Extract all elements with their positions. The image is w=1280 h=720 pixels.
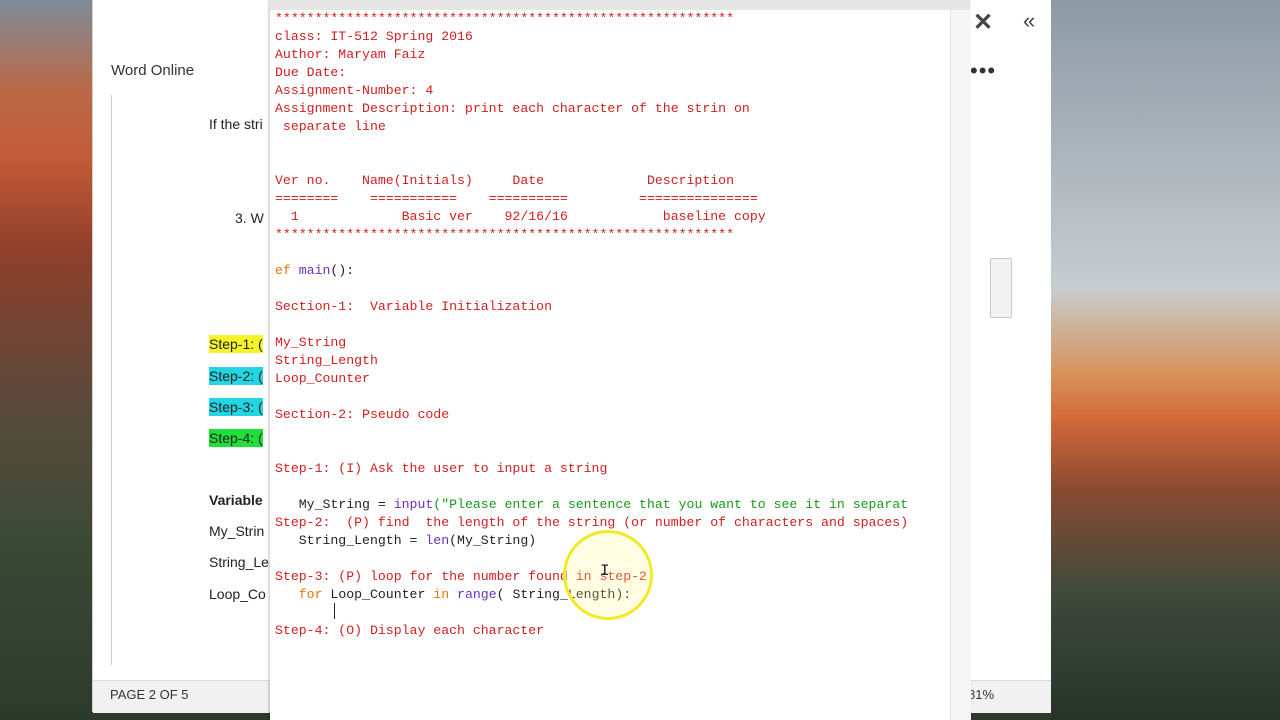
code-line-empty [275,154,908,172]
code-line: Assignment-Number: 4 [275,83,434,98]
code-plain: String_Length = [275,533,426,548]
doc-step1-highlight: Step-1: ( [209,335,263,353]
code-line: My_String [275,335,347,350]
page-edge [111,95,112,665]
code-line: Due Date: [275,65,347,80]
code-line-def: ef main(): [275,262,908,280]
code-line: Assignment Description: print each chara… [275,101,750,116]
editor-scrollbar[interactable] [950,10,971,720]
ibeam-cursor-icon: I [600,562,610,580]
close-icon[interactable]: ✕ [973,8,993,37]
code-line-empty [275,424,908,442]
code-line-empty [275,244,908,262]
code-line: Loop_Counter [275,371,370,386]
code-plain: Loop_Counter [322,587,434,602]
code-plain: My_String = [275,497,394,512]
keyword: in [433,587,450,602]
collapse-panel-icon[interactable]: « [1023,8,1035,34]
keyword: for [298,587,323,602]
code-line: Step-1: (I) Ask the user to input a stri… [275,461,608,476]
code-plain: (My_String) [449,533,537,548]
code-line-empty [275,388,908,406]
code-line-empty [275,478,908,496]
builtin-function: range [457,587,497,602]
code-line-empty [275,316,908,334]
code-punct: (): [330,263,355,278]
zoom-level[interactable]: 81% [968,687,994,702]
code-line: Section-2: Pseudo code [275,407,450,422]
function-name: main [298,263,331,278]
editor-title-bar[interactable] [270,0,970,10]
code-line: String_Length [275,353,378,368]
code-line-empty [275,280,908,298]
code-line-input: My_String = input("Please enter a senten… [275,496,908,514]
doc-text-fragment: If the stri [209,116,263,132]
app-title: Word Online [111,62,195,79]
doc-step4-highlight: Step-4: ( [209,429,263,447]
doc-list-item: 3. W [235,210,264,226]
code-line: Author: Maryam Faiz [275,47,426,62]
desktop-wallpaper-right [1050,0,1280,720]
doc-step2-highlight: Step-2: ( [209,367,263,385]
code-line: class: IT-512 Spring 2016 [275,29,473,44]
code-line: Step-4: (O) Display each character [275,623,545,638]
text-cursor [334,603,335,619]
doc-var-loop-counter: Loop_Co [209,586,266,602]
more-options-icon[interactable]: ••• [970,58,996,84]
document-scrollbar-thumb[interactable] [990,258,1012,318]
code-plain [449,587,457,602]
desktop-wallpaper-left [0,0,92,720]
code-line-empty [275,442,908,460]
builtin-function: input [393,497,434,512]
code-line: ======== =========== ========== ========… [275,191,758,206]
doc-var-my-string: My_Strin [209,523,265,539]
doc-step3-highlight: Step-3: ( [209,398,263,416]
page-indicator: PAGE 2 OF 5 [110,687,189,702]
code-line: Section-1: Variable Initialization [275,299,552,314]
code-line: 1 Basic ver 92/16/16 baseline copy [275,209,766,224]
doc-variables-heading: Variable [209,492,263,508]
keyword: ef [275,263,291,278]
doc-var-string-length: String_Le [209,554,269,570]
code-line-empty [275,136,908,154]
code-line: Step-2: (P) find the length of the strin… [275,515,909,530]
code-line: ****************************************… [275,227,734,242]
code-line: ****************************************… [275,11,734,26]
code-line: separate line [275,119,386,134]
string-literal: ("Please enter a sentence that you want … [433,497,909,512]
builtin-function: len [425,533,450,548]
code-line: Ver no. Name(Initials) Date Description [275,173,734,188]
